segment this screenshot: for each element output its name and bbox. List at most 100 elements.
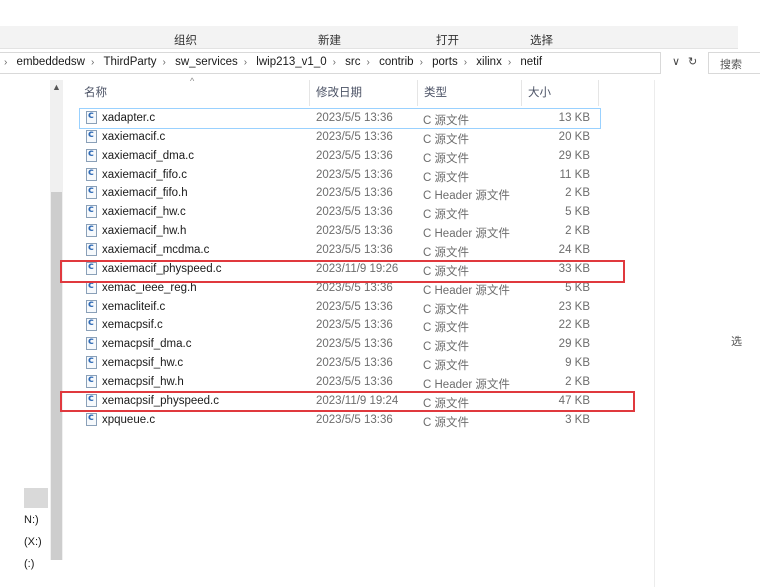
file-row[interactable]: xaxiemacif_mcdma.c 2023/5/5 13:36 C 源文件 24 … — [80, 241, 600, 260]
file-size: 20 KB — [558, 130, 590, 143]
file-size: 5 KB — [565, 206, 590, 219]
column-divider[interactable] — [309, 80, 310, 106]
file-name: xemacpsif_dma.c — [102, 338, 192, 351]
breadcrumb-separator[interactable]: › — [367, 57, 370, 68]
c-file-icon — [86, 242, 97, 256]
file-name: xaxiemacif_mcdma.c — [102, 243, 210, 256]
file-row[interactable]: xaxiemacif_dma.c 2023/5/5 13:36 C 源文件 29 KB — [80, 147, 600, 166]
c-file-icon — [86, 299, 97, 313]
breadcrumb-separator[interactable]: › — [4, 57, 7, 68]
file-row[interactable]: xaxiemacif_fifo.c 2023/5/5 13:36 C 源文件 11 K… — [80, 166, 600, 185]
file-size: 5 KB — [565, 281, 590, 294]
file-type: C 源文件 — [423, 303, 469, 316]
ribbon-new[interactable]: 新建 — [318, 32, 341, 48]
file-type: C 源文件 — [423, 416, 469, 429]
file-row[interactable]: xaxiemacif.c 2023/5/5 13:36 C 源文件 20 KB — [80, 128, 600, 147]
file-size: 29 KB — [558, 338, 590, 351]
breadcrumb-ports[interactable]: ports — [432, 56, 458, 68]
breadcrumb-src[interactable]: src — [345, 56, 360, 68]
file-row[interactable]: xemacpsif_hw.h 2023/5/5 13:36 C Header 源文件… — [80, 373, 600, 392]
breadcrumb-xilinx[interactable]: xilinx — [476, 56, 502, 68]
scroll-up-icon[interactable]: ▲ — [52, 82, 61, 92]
c-file-icon — [86, 110, 97, 124]
sort-ascending-icon: ^ — [190, 76, 195, 86]
ribbon-open[interactable]: 打开 — [436, 32, 459, 48]
file-size: 29 KB — [558, 149, 590, 162]
pane-divider[interactable] — [654, 80, 655, 587]
file-size: 22 KB — [558, 319, 590, 332]
column-divider[interactable] — [417, 80, 418, 106]
column-divider[interactable] — [598, 80, 599, 106]
file-row[interactable]: xaxiemacif_fifo.h 2023/5/5 13:36 C Header … — [80, 184, 600, 203]
file-size: 9 KB — [565, 357, 590, 370]
file-date: 2023/5/5 13:36 — [316, 112, 393, 124]
highlight-box-axi-physpeed — [60, 260, 625, 283]
file-row[interactable]: xemacpsif_dma.c 2023/5/5 13:36 C 源文件 29 KB — [80, 335, 600, 354]
file-row[interactable]: xemacliteif.c 2023/5/5 13:36 C 源文件 23 KB — [80, 298, 600, 317]
file-size: 3 KB — [565, 413, 590, 426]
column-header-size[interactable]: 大小 — [528, 84, 551, 100]
breadcrumb-separator[interactable]: › — [464, 57, 467, 68]
ribbon-select[interactable]: 选择 — [530, 32, 553, 48]
file-size: 13 KB — [558, 112, 590, 124]
breadcrumb-contrib[interactable]: contrib — [379, 56, 414, 68]
chevron-down-icon[interactable]: ∨ — [672, 55, 680, 68]
file-name: xaxiemacif_hw.h — [102, 225, 187, 238]
column-divider[interactable] — [521, 80, 522, 106]
nav-drive-n[interactable]: N:) — [24, 514, 39, 526]
breadcrumb-embeddedsw[interactable]: embeddedsw — [17, 56, 85, 68]
file-size: 23 KB — [558, 300, 590, 313]
file-date: 2023/5/5 13:36 — [316, 130, 393, 143]
column-header-name[interactable]: 名称 — [84, 84, 107, 100]
file-name: xaxiemacif_fifo.c — [102, 168, 188, 181]
file-name: xaxiemacif_dma.c — [102, 149, 195, 162]
breadcrumb-separator[interactable]: › — [244, 57, 247, 68]
file-date: 2023/5/5 13:36 — [316, 413, 393, 426]
file-name: xaxiemacif_fifo.h — [102, 187, 188, 200]
breadcrumb-sw-services[interactable]: sw_services — [175, 56, 238, 68]
file-type: C 源文件 — [423, 152, 469, 165]
file-type: C 源文件 — [423, 322, 469, 335]
file-row[interactable]: xadapter.c 2023/5/5 13:36 C 源文件 13 KB — [79, 108, 601, 129]
file-type: C 源文件 — [423, 171, 469, 184]
file-name: xaxiemacif_hw.c — [102, 206, 186, 219]
file-date: 2023/5/5 13:36 — [316, 300, 393, 313]
file-size: 2 KB — [565, 187, 590, 200]
file-date: 2023/5/5 13:36 — [316, 225, 393, 238]
file-row[interactable]: xaxiemacif_hw.h 2023/5/5 13:36 C Header 源文… — [80, 222, 600, 241]
breadcrumb-separator[interactable]: › — [508, 57, 511, 68]
file-row[interactable]: xaxiemacif_hw.c 2023/5/5 13:36 C 源文件 5 KB — [80, 203, 600, 222]
breadcrumb-thirdparty[interactable]: ThirdParty — [104, 56, 157, 68]
breadcrumb-netif[interactable]: netif — [520, 56, 542, 68]
ribbon-organize[interactable]: 组织 — [174, 32, 197, 48]
breadcrumb-separator[interactable]: › — [420, 57, 423, 68]
breadcrumb-lwip213[interactable]: lwip213_v1_0 — [256, 56, 326, 68]
file-date: 2023/5/5 13:36 — [316, 338, 393, 351]
column-header-date[interactable]: 修改日期 — [316, 84, 362, 100]
column-header-type[interactable]: 类型 — [424, 84, 447, 100]
file-row[interactable]: xpqueue.c 2023/5/5 13:36 C 源文件 3 KB — [80, 411, 600, 430]
file-date: 2023/5/5 13:36 — [316, 375, 393, 388]
file-row[interactable]: xemacpsif_hw.c 2023/5/5 13:36 C 源文件 9 KB — [80, 354, 600, 373]
file-row[interactable]: xemacpsif.c 2023/5/5 13:36 C 源文件 22 KB — [80, 316, 600, 335]
file-type: C Header 源文件 — [423, 378, 510, 391]
file-name: xaxiemacif.c — [102, 130, 166, 143]
breadcrumb-separator[interactable]: › — [91, 57, 94, 68]
c-file-icon — [86, 223, 97, 238]
breadcrumb-separator[interactable]: › — [333, 57, 336, 68]
nav-drive-other[interactable]: (:) — [24, 558, 34, 570]
breadcrumb-separator[interactable]: › — [163, 57, 166, 68]
refresh-icon[interactable]: ↻ — [688, 55, 697, 68]
file-date: 2023/5/5 13:36 — [316, 187, 393, 200]
c-file-icon — [86, 412, 97, 426]
file-name: xemacpsif_hw.h — [102, 375, 184, 388]
file-type: C Header 源文件 — [423, 284, 510, 297]
c-file-icon — [86, 374, 97, 388]
c-file-icon — [86, 148, 97, 162]
c-file-icon — [86, 317, 97, 332]
file-date: 2023/5/5 13:36 — [316, 168, 393, 181]
nav-drive-x[interactable]: (X:) — [24, 536, 42, 548]
file-name: xemacpsif.c — [102, 319, 163, 332]
nav-scrollbar-thumb[interactable] — [51, 192, 62, 560]
c-file-icon — [86, 355, 97, 370]
